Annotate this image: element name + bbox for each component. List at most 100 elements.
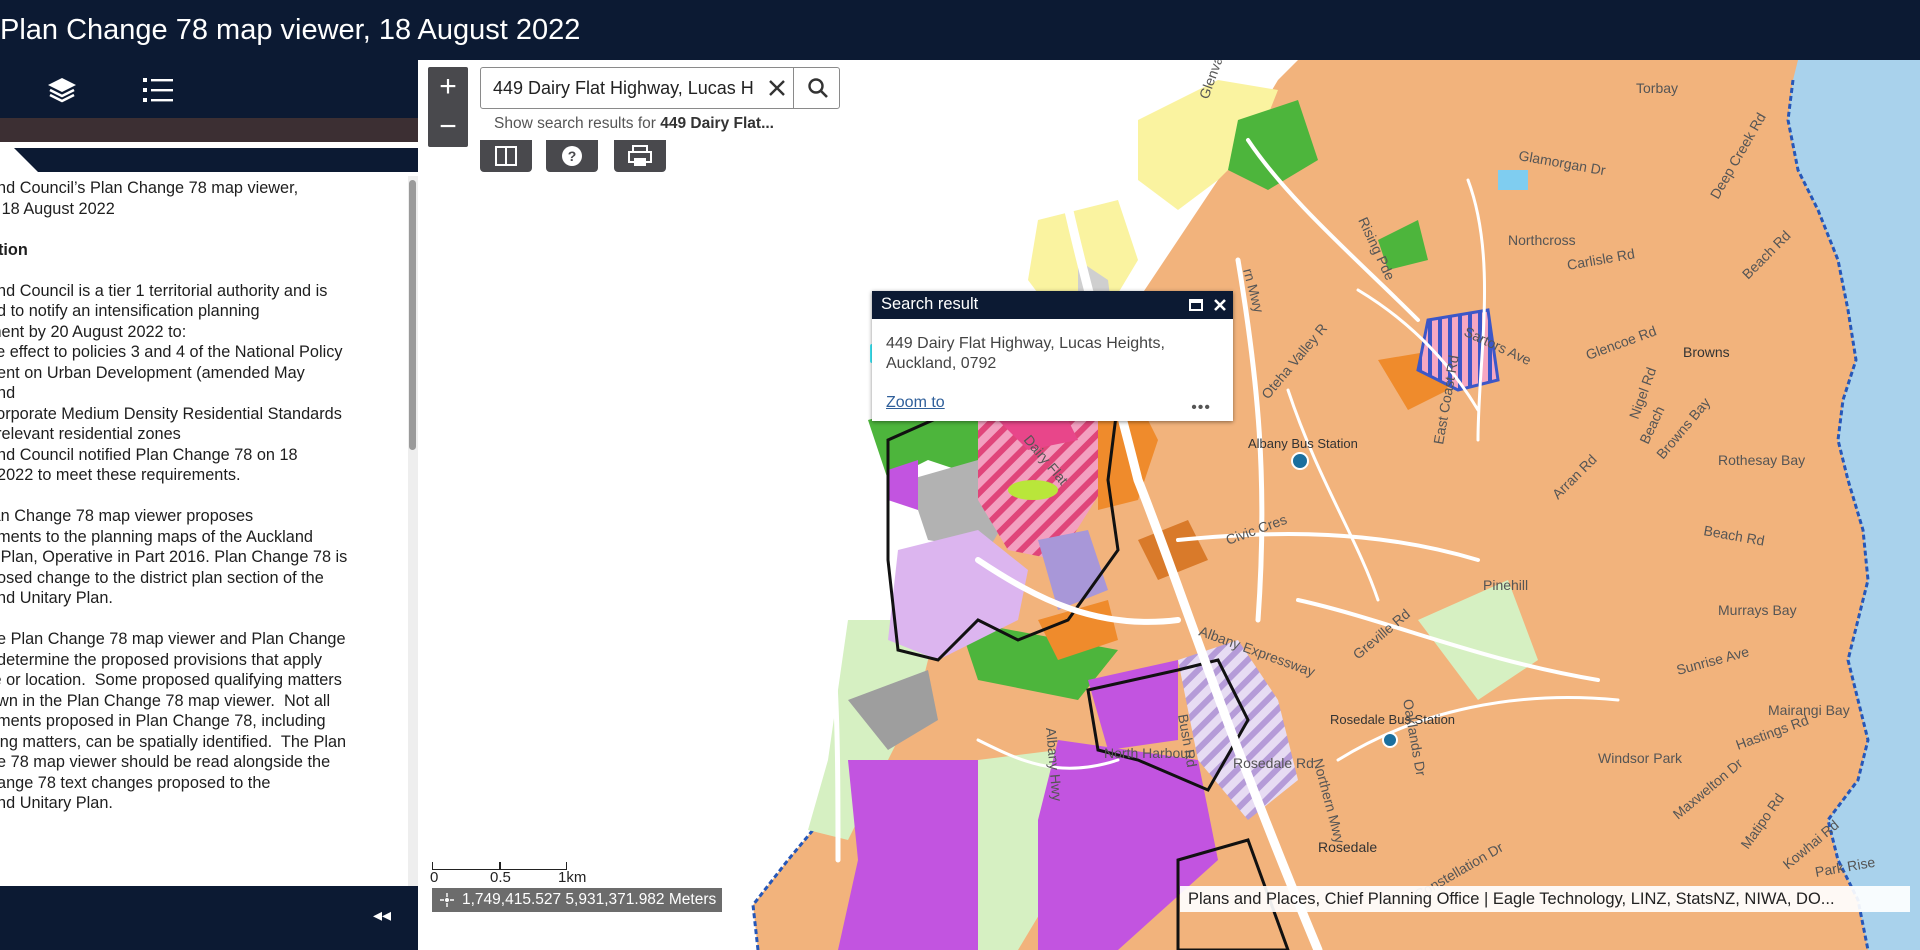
panel-content: and Council’s Plan Change 78 map viewer,… [0,178,408,888]
map-view[interactable]: Torbay Glamorgan Dr Glenvar Deep Creek R… [418,60,1920,950]
description-line: y Plan, Operative in Part 2016. Plan Cha… [0,548,348,566]
description-line: ment by 20 August 2022 to: [0,322,187,341]
panel-footer: ◂◂ [0,886,418,950]
more-actions-button[interactable]: ••• [1191,399,1211,417]
panel-tab-bar [0,148,418,172]
help-widget-button[interactable]: ? [546,140,598,172]
compare-widget-button[interactable] [480,140,532,172]
label-pinehill: Pinehill [1483,577,1528,593]
zoom-in-button[interactable]: + [428,67,468,107]
print-widget-button[interactable] [614,140,666,172]
swipe-icon [495,146,517,166]
search-icon [807,78,828,98]
layers-icon [48,78,76,103]
description-line [0,609,408,630]
label-rosedalebus: Rosedale Bus Station [1330,712,1455,727]
popup-header: Search result [872,291,1233,319]
description-line: and Council notified Plan Change 78 on 1… [0,445,298,464]
description-line: and Unitary Plan. [0,589,113,607]
description-line: corporate Medium Density Residential Sta… [0,404,342,423]
label-browns: Browns [1683,344,1730,360]
label-rothesay: Rothesay Bay [1718,452,1805,468]
bus-station-icon[interactable] [1382,732,1398,748]
zoom-controls: + − [428,67,468,147]
description-line: he Plan Change 78 map viewer and Plan Ch… [0,630,346,648]
label-northharbour: North Harbour [1104,745,1193,761]
description-line: dments to the planning maps of the Auckl… [0,527,313,546]
description-line: ption [0,240,28,259]
scale-label-0: 0 [430,869,439,886]
help-icon: ? [562,146,582,166]
search-box [480,67,840,109]
description-line [0,260,408,281]
popup-address: 449 Dairy Flat Highway, Lucas Heights, A… [886,334,1206,374]
popup-title: Search result [881,295,979,313]
collapse-panel-button[interactable]: ◂◂ [366,900,398,930]
map-attribution[interactable]: Plans and Places, Chief Planning Office … [1180,886,1910,912]
bus-station-icon[interactable] [1291,452,1309,470]
map-canvas[interactable]: Torbay Glamorgan Dr Glenvar Deep Creek R… [418,60,1920,950]
crosshair-icon [440,893,454,907]
app-root: Plan Change 78 map viewer, 18 August 202… [0,0,1920,950]
water-feature [1498,170,1528,190]
scale-label-half: 0.5 [490,869,511,886]
label-murrays: Murrays Bay [1718,602,1797,618]
close-icon [769,80,785,96]
label-rosedale: Rosedale [1318,839,1377,855]
search-result-popup: Search result 449 Dairy Flat Highway, Lu… [872,291,1233,421]
maximize-icon[interactable] [1188,297,1204,313]
search-button[interactable] [793,68,841,108]
coordinate-text: 1,749,415.527 5,931,371.982 Meters [462,891,717,908]
scale-label-1km: 1km [558,869,587,886]
label-rosedalerd: Rosedale Rd [1233,755,1314,771]
page-title: Plan Change 78 map viewer, 18 August 202… [0,14,581,46]
left-panel: and Council’s Plan Change 78 map viewer,… [0,60,418,950]
description-line: t 2022 to meet these requirements. [0,466,241,484]
description-line: lan Change 78 map viewer proposes [0,507,254,525]
scrollbar-thumb[interactable] [409,180,416,450]
zoom-out-button[interactable]: − [428,107,468,147]
description-line: posed change to the district plan sectio… [0,568,324,587]
legend-list-icon [143,78,173,102]
address-line-1: 449 Dairy Flat Highway, Lucas Heights, [886,335,1165,352]
description-line: t determine the proposed provisions that… [0,650,322,669]
suggestion-term: 449 Dairy Flat... [660,115,774,132]
panel-toolbar [0,60,418,118]
search-suggestion[interactable]: Show search results for 449 Dairy Flat..… [494,115,774,133]
description-line: te or location. Some proposed qualifying… [0,671,342,689]
svg-text:?: ? [568,148,577,164]
business-park [838,760,978,950]
zoom-to-link[interactable]: Zoom to [886,394,945,412]
panel-strip [0,118,418,142]
description-line: ve effect to policies 3 and 4 of the Nat… [0,343,343,361]
print-icon [628,145,652,166]
description-line: own in the Plan Change 78 map viewer. No… [0,691,331,710]
description-line [0,486,408,507]
close-icon[interactable] [1212,297,1228,313]
panel-tab-row [0,142,418,172]
label-albanybus: Albany Bus Station [1248,436,1358,451]
label-northcross: Northcross [1508,232,1576,248]
label-mairangi: Mairangi Bay [1768,702,1850,718]
label-windsor: Windsor Park [1598,750,1683,766]
panel-scrollbar[interactable] [408,176,418,886]
description-line: nent on Urban Development (amended May [0,363,305,382]
coordinate-readout[interactable]: 1,749,415.527 5,931,371.982 Meters [432,888,723,912]
description-line: and Council is a tier 1 territorial auth… [0,281,328,300]
description-line: d 18 August 2022 [0,199,115,218]
app-header: Plan Change 78 map viewer, 18 August 202… [0,0,1920,60]
description-line: ying matters, can be spatially identifie… [0,732,347,751]
clear-search-button[interactable] [764,75,790,101]
description-line: l relevant residential zones [0,425,181,443]
description-line: and Council’s Plan Change 78 map viewer, [0,179,299,197]
description-line [0,219,408,240]
description-line: ed to notify an intensification planning [0,302,260,320]
label-torbay: Torbay [1636,80,1678,96]
search-input[interactable] [493,76,763,100]
legend-button[interactable] [140,72,176,108]
description-line: ge 78 map viewer should be read alongsid… [0,753,331,771]
description-line: and Unitary Plan. [0,794,113,812]
layers-button[interactable] [44,72,80,108]
description-line: and [0,384,16,402]
suggestion-prefix: Show search results for [494,115,661,132]
